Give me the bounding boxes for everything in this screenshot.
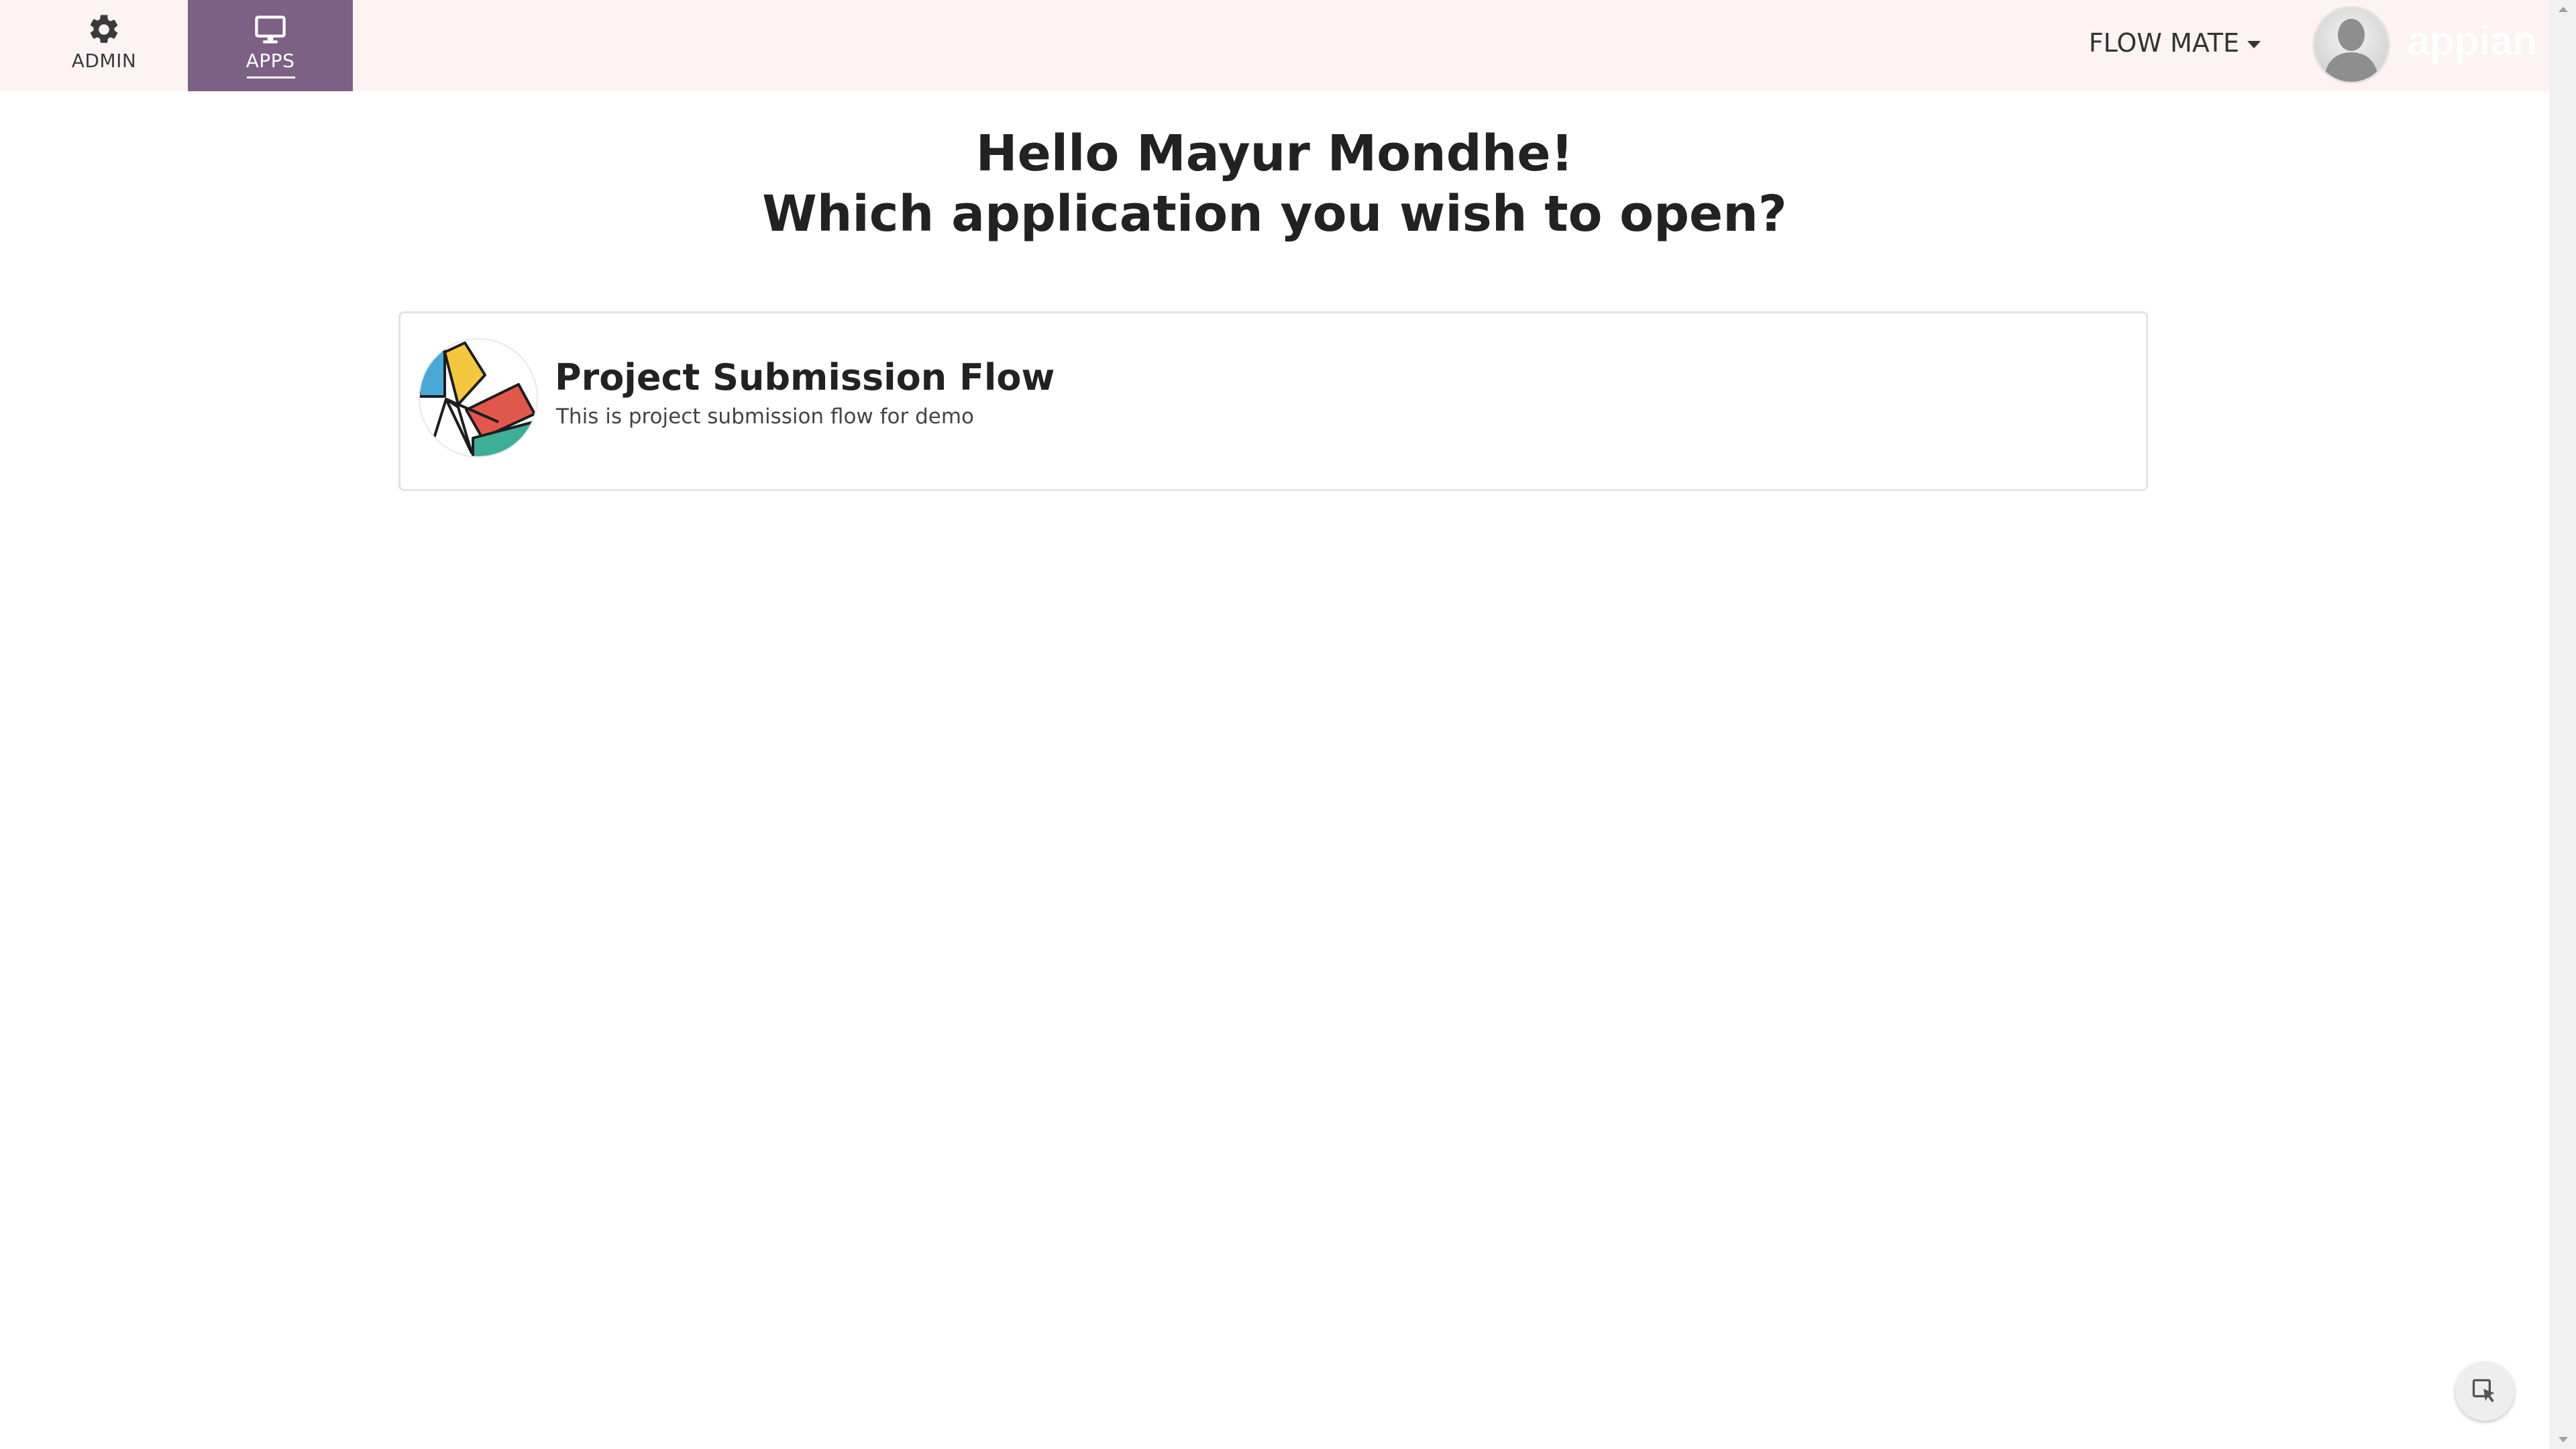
site-menu-dropdown[interactable]: FLOW MATE bbox=[2089, 28, 2261, 58]
chevron-down-icon bbox=[2247, 41, 2261, 48]
site-name: FLOW MATE bbox=[2088, 28, 2239, 58]
app-title: Project Submission Flow bbox=[555, 356, 1055, 398]
scroll-up-icon[interactable] bbox=[2559, 7, 2568, 12]
top-navigation-bar: ADMIN APPS FLOW MATE appian bbox=[0, 0, 2549, 91]
active-tab-indicator bbox=[247, 76, 295, 78]
vertical-scrollbar[interactable] bbox=[2549, 0, 2576, 1449]
user-avatar[interactable] bbox=[2314, 8, 2388, 82]
tab-apps-label: APPS bbox=[246, 50, 295, 72]
tab-admin[interactable]: ADMIN bbox=[21, 0, 186, 91]
brand-logo: appian bbox=[2407, 18, 2538, 64]
cursor-select-icon bbox=[2472, 1379, 2495, 1403]
app-card-project-submission-flow[interactable]: Project Submission Flow This is project … bbox=[398, 311, 2148, 491]
greeting-title: Hello Mayur Mondhe! bbox=[975, 125, 1574, 182]
greeting-question: Which application you wish to open? bbox=[762, 185, 1787, 243]
app-description: This is project submission flow for demo bbox=[556, 405, 975, 429]
scroll-down-icon[interactable] bbox=[2559, 1437, 2568, 1442]
app-logo-icon bbox=[418, 337, 539, 458]
tab-apps[interactable]: APPS bbox=[188, 0, 353, 91]
monitor-icon bbox=[253, 12, 288, 47]
page: ADMIN APPS FLOW MATE appian Hello Mayur … bbox=[0, 0, 2576, 1449]
gear-icon bbox=[87, 12, 121, 47]
tab-admin-label: ADMIN bbox=[71, 50, 137, 72]
user-silhouette-icon bbox=[2314, 8, 2388, 82]
select-element-button[interactable] bbox=[2455, 1362, 2514, 1421]
